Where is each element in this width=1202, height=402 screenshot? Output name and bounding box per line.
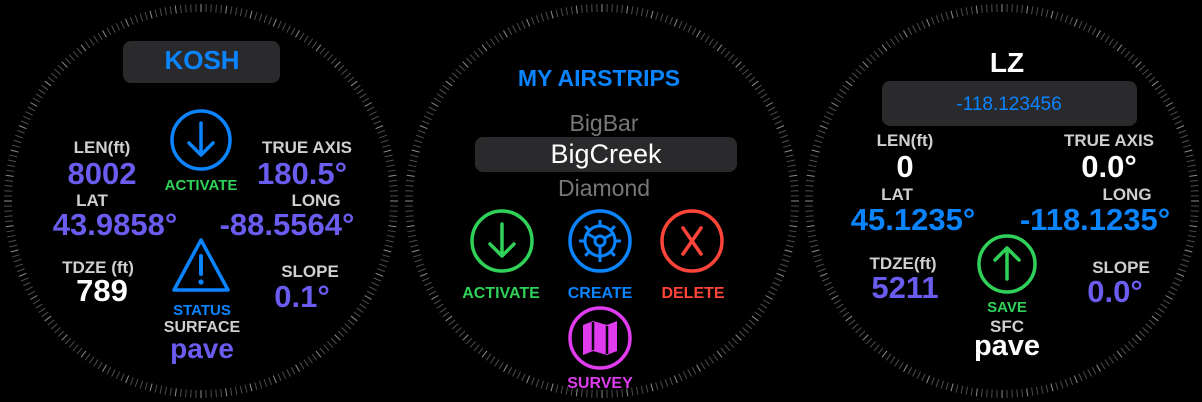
x-circle-icon[interactable] [659,208,725,274]
true-axis-label: TRUE AXIS [1063,131,1155,150]
survey-button[interactable]: SURVEY [567,375,633,393]
picker-item-above[interactable]: BigBar [569,110,638,137]
true-axis-value: 180.5° [257,156,347,191]
slope-value: 0.0° [1087,274,1143,309]
page-title: LZ [989,47,1025,78]
activate-button[interactable]: ACTIVATE [165,177,238,194]
tdze-value: 5211 [871,270,939,305]
status-button[interactable]: STATUS [173,302,231,319]
page-title: MY AIRSTRIPS [517,65,681,91]
save-button[interactable]: SAVE [987,299,1027,316]
len-value: 0 [896,149,914,184]
picker-item-below[interactable]: Diamond [558,175,650,202]
watch-screen-lz: LZ -118.123456 LEN(ft) 0 TRUE AXIS 0.0° … [803,2,1201,400]
airstrip-title: KOSH [164,45,240,75]
len-label: LEN(ft) [73,138,131,157]
len-value: 8002 [67,156,137,191]
delete-button[interactable]: DELETE [661,285,724,303]
len-label: LEN(ft) [876,131,934,150]
value-field-text: -118.123456 [956,94,1062,115]
long-value: -118.1235° [1019,202,1171,237]
lat-value: 43.9858° [52,207,178,242]
tdze-value: 789 [76,273,128,308]
map-icon[interactable] [567,305,633,371]
arrow-down-circle-icon[interactable] [469,208,535,274]
create-button[interactable]: CREATE [568,285,633,303]
sfc-value: pave [973,330,1041,362]
watch-screen-kosh: KOSH LEN(ft) 8002 ACTIVATE TRUE AXIS 180… [2,2,400,400]
long-value: -88.5564° [219,207,355,242]
arrow-up-circle-icon[interactable] [976,233,1038,295]
slope-value: 0.1° [274,279,330,314]
picker-item-selected[interactable]: BigCreek [550,139,661,170]
surface-value: pave [170,333,234,364]
activate-button[interactable]: ACTIVATE [462,285,540,303]
true-axis-label: TRUE AXIS [261,138,353,157]
arrow-down-circle-icon[interactable] [169,108,233,172]
gear-icon[interactable] [567,208,633,274]
warning-triangle-icon[interactable] [170,236,232,294]
watch-screen-my-airstrips: MY AIRSTRIPS BigBar BigCreek Diamond ACT… [403,2,801,400]
lat-value: 45.1235° [850,202,976,237]
true-axis-value: 0.0° [1081,149,1137,184]
